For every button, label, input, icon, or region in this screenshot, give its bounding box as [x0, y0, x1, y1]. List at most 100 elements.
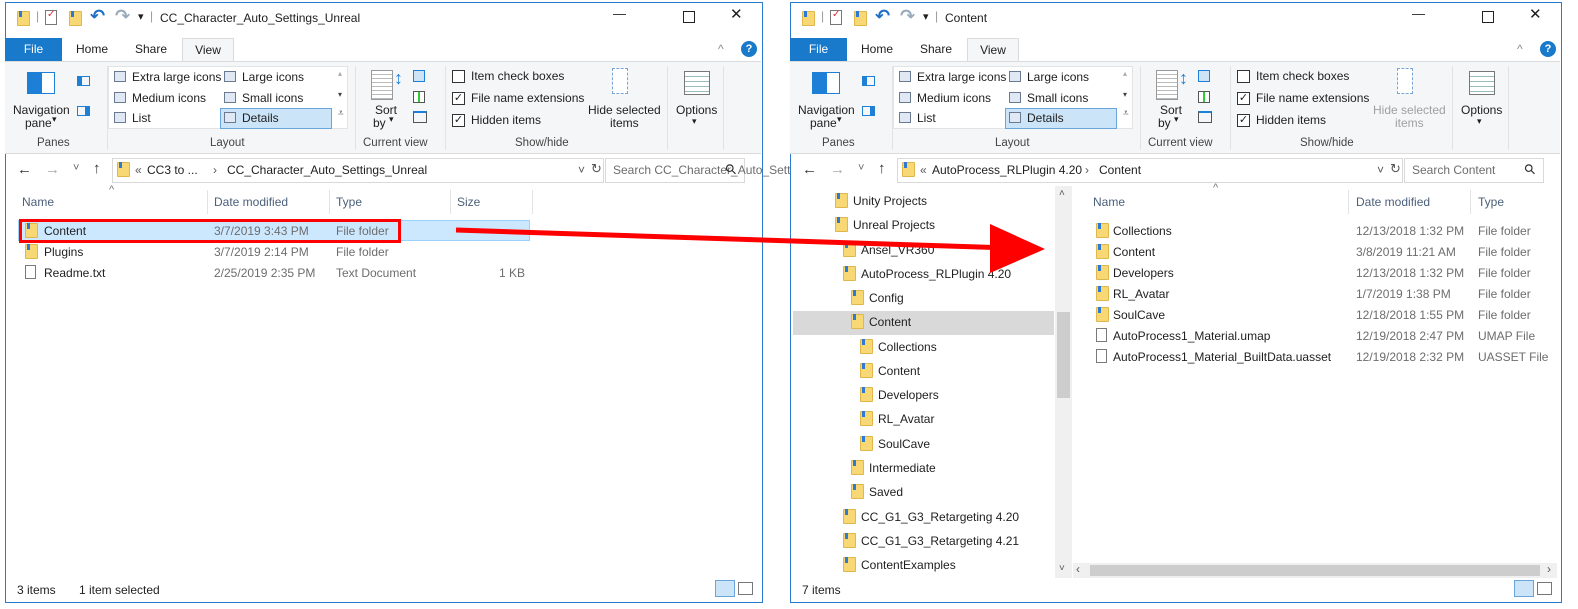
gallery-scroll-up[interactable]: ▴	[1123, 69, 1127, 78]
breadcrumb-overflow[interactable]: «	[135, 163, 142, 177]
customize-quick-access-icon[interactable]: ▾	[923, 10, 929, 23]
address-dropdown-button[interactable]: ˅	[578, 163, 585, 177]
help-icon[interactable]: ?	[1540, 41, 1556, 57]
checkbox-item-check-boxes[interactable]	[452, 70, 465, 83]
tab-share[interactable]: Share	[907, 38, 965, 62]
tree-item[interactable]: CC_G1_G3_Retargeting 4.21	[861, 534, 1019, 548]
search-input[interactable]: Search Content	[1412, 163, 1495, 177]
tree-item[interactable]: SoulCave	[878, 437, 930, 451]
checkbox-label[interactable]: Item check boxes	[471, 69, 564, 83]
file-name[interactable]: Content	[1113, 245, 1155, 259]
horizontal-scroll-thumb[interactable]	[1090, 565, 1540, 576]
checkbox-item-check-boxes[interactable]	[1237, 70, 1250, 83]
layout-option-large-icons[interactable]: Large icons	[1027, 70, 1089, 84]
gallery-more[interactable]: ⩡	[1123, 108, 1129, 119]
layout-option-details[interactable]: Details	[242, 111, 279, 125]
tree-item[interactable]: Config	[869, 291, 904, 305]
preview-pane-button[interactable]	[862, 76, 875, 86]
collapse-ribbon-button[interactable]: ^	[718, 42, 724, 56]
layout-option-small-icons[interactable]: Small icons	[242, 91, 303, 105]
undo-icon[interactable]: ↶	[875, 6, 890, 27]
breadcrumb-separator[interactable]: ›	[213, 163, 217, 177]
tree-scroll-up[interactable]: ˄	[1059, 188, 1065, 199]
column-header-name[interactable]: Name	[1093, 195, 1125, 209]
large-icons-view-button[interactable]	[738, 582, 753, 595]
tree-item[interactable]: Ansel_VR360	[861, 243, 934, 257]
recent-locations-button[interactable]: ˅	[858, 162, 864, 174]
layout-option-medium-icons[interactable]: Medium icons	[917, 91, 991, 105]
minimize-button[interactable]: —	[1412, 6, 1425, 21]
tab-home[interactable]: Home	[847, 38, 907, 62]
maximize-button[interactable]	[683, 11, 695, 23]
column-divider[interactable]	[1348, 190, 1349, 214]
layout-option-small-icons[interactable]: Small icons	[1027, 91, 1088, 105]
up-button[interactable]: ↑	[93, 160, 101, 177]
refresh-button[interactable]: ↻	[1390, 161, 1401, 177]
undo-icon[interactable]: ↶	[90, 6, 105, 27]
checkbox-hidden-items[interactable]: ✓	[452, 114, 465, 127]
tab-view[interactable]: View	[182, 38, 234, 62]
group-by-button[interactable]	[1198, 70, 1210, 82]
hide-selected-items-button-2[interactable]: items	[610, 116, 639, 130]
large-icons-view-button[interactable]	[1537, 582, 1552, 595]
tree-item[interactable]: Unreal Projects	[853, 218, 935, 232]
tree-item[interactable]: Unity Projects	[853, 194, 927, 208]
checkbox-label[interactable]: File name extensions	[1256, 91, 1369, 105]
options-button[interactable]: Options	[1461, 103, 1502, 117]
up-button[interactable]: ↑	[878, 160, 886, 177]
layout-option-details[interactable]: Details	[1027, 111, 1064, 125]
column-divider[interactable]	[1470, 190, 1471, 214]
checkbox-label[interactable]: Item check boxes	[1256, 69, 1349, 83]
customize-quick-access-icon[interactable]: ▾	[138, 10, 144, 23]
layout-option-list[interactable]: List	[132, 111, 151, 125]
options-button[interactable]: Options	[676, 103, 717, 117]
forward-button[interactable]: →	[830, 161, 845, 178]
back-button[interactable]: ←	[802, 161, 817, 178]
tab-view[interactable]: View	[967, 38, 1019, 62]
gallery-scroll-up[interactable]: ▴	[338, 69, 342, 78]
tab-file[interactable]: File	[790, 38, 847, 62]
minimize-button[interactable]: —	[613, 6, 626, 21]
group-by-button[interactable]	[413, 70, 425, 82]
tree-item[interactable]: Collections	[878, 340, 937, 354]
file-name[interactable]: Developers	[1113, 266, 1174, 280]
forward-button[interactable]: →	[45, 161, 60, 178]
breadcrumb-parent[interactable]: CC3 to ...	[147, 163, 198, 177]
column-header-name[interactable]: Name	[22, 195, 54, 209]
layout-option-extra-large-icons[interactable]: Extra large icons	[132, 70, 221, 84]
maximize-button[interactable]	[1482, 11, 1494, 23]
hide-selected-items-button[interactable]: Hide selected	[588, 103, 661, 117]
file-name[interactable]: Readme.txt	[44, 266, 105, 280]
tab-file[interactable]: File	[5, 38, 62, 62]
file-name[interactable]: AutoProcess1_Material.umap	[1113, 329, 1270, 343]
column-divider[interactable]	[329, 190, 330, 214]
preview-pane-button[interactable]	[77, 76, 90, 86]
help-icon[interactable]: ?	[741, 41, 757, 57]
tree-item[interactable]: Developers	[878, 388, 939, 402]
checkbox-file-name-extensions[interactable]: ✓	[1237, 92, 1250, 105]
file-name[interactable]: RL_Avatar	[1113, 287, 1169, 301]
column-header-date-modified[interactable]: Date modified	[214, 195, 288, 209]
navigation-pane-button-2[interactable]: pane	[25, 116, 52, 130]
tree-scroll-thumb[interactable]	[1057, 312, 1070, 398]
tree-item[interactable]: Content	[878, 364, 920, 378]
scroll-right[interactable]: ›	[1547, 562, 1551, 576]
collapse-ribbon-button[interactable]: ^	[1517, 42, 1523, 56]
column-header-type[interactable]: Type	[336, 195, 362, 209]
add-columns-button[interactable]	[413, 91, 425, 103]
redo-icon[interactable]: ↷	[115, 6, 130, 27]
tree-item[interactable]: RL_Avatar	[878, 412, 934, 426]
file-name[interactable]: Plugins	[44, 245, 83, 259]
address-dropdown-button[interactable]: ˅	[1377, 163, 1384, 177]
tab-home[interactable]: Home	[62, 38, 122, 62]
tree-item[interactable]: ContentExamples	[861, 558, 956, 572]
size-columns-button[interactable]	[413, 111, 427, 123]
tree-item[interactable]: Content	[869, 315, 911, 329]
sort-by-button-2[interactable]: by	[1158, 116, 1171, 130]
file-name[interactable]: SoulCave	[1113, 308, 1165, 322]
back-button[interactable]: ←	[17, 161, 32, 178]
breadcrumb-overflow[interactable]: «	[920, 163, 927, 177]
add-columns-button[interactable]	[1198, 91, 1210, 103]
tree-item[interactable]: Saved	[869, 485, 903, 499]
checkbox-label[interactable]: Hidden items	[1256, 113, 1326, 127]
